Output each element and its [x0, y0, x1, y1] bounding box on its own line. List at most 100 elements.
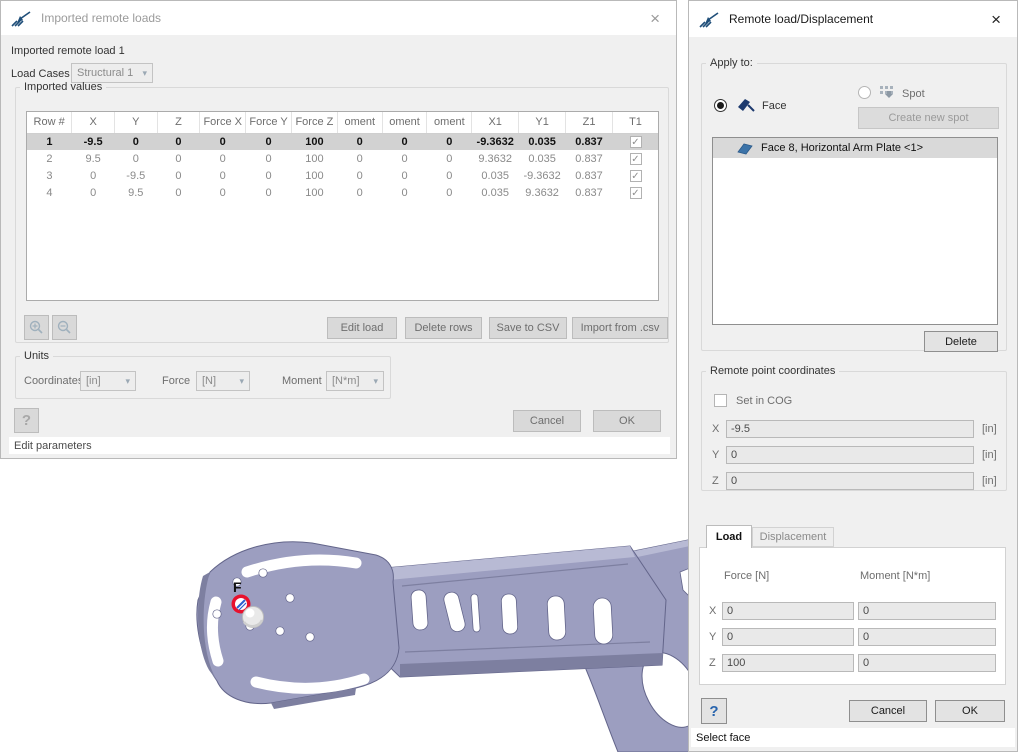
- table-cell[interactable]: 0.837: [566, 184, 613, 201]
- table-cell[interactable]: 0: [382, 133, 427, 150]
- tab-displacement[interactable]: Displacement: [752, 527, 834, 547]
- table-header-row-[interactable]: Row #: [27, 112, 72, 133]
- table-cell-checkbox[interactable]: ✓: [613, 133, 659, 150]
- import-from-csv-button[interactable]: Import from .csv: [572, 317, 668, 339]
- table-cell[interactable]: 9.3632: [472, 150, 519, 167]
- table-cell[interactable]: 0: [246, 133, 292, 150]
- table-cell[interactable]: 100: [291, 167, 337, 184]
- table-cell[interactable]: 9.5: [114, 184, 157, 201]
- table-cell[interactable]: 9.5: [72, 150, 115, 167]
- table-cell[interactable]: 0: [382, 184, 427, 201]
- table-header-force-y[interactable]: Force Y: [246, 112, 292, 133]
- face-radio[interactable]: [714, 99, 727, 112]
- table-cell[interactable]: -9.5: [72, 133, 115, 150]
- table-cell[interactable]: 0.837: [566, 133, 613, 150]
- table-cell[interactable]: 0.035: [472, 184, 519, 201]
- table-header-x1[interactable]: X1: [472, 112, 519, 133]
- zoom-in-button[interactable]: [24, 315, 49, 340]
- force-z-input[interactable]: [722, 654, 854, 672]
- graphics-viewport[interactable]: F: [0, 460, 688, 752]
- table-header-oment[interactable]: oment: [337, 112, 382, 133]
- moment-y-input[interactable]: [858, 628, 996, 646]
- table-cell[interactable]: 0: [427, 167, 472, 184]
- table-cell[interactable]: 100: [291, 150, 337, 167]
- table-cell[interactable]: 0: [200, 133, 246, 150]
- table-cell[interactable]: 0: [157, 150, 200, 167]
- zoom-out-button[interactable]: [52, 315, 77, 340]
- table-cell-checkbox[interactable]: ✓: [613, 150, 659, 167]
- table-row[interactable]: 1-9.50000100000-9.36320.0350.837✓: [27, 133, 659, 150]
- dialog-titlebar[interactable]: Imported remote loads ×: [1, 1, 676, 35]
- table-cell[interactable]: 100: [291, 133, 337, 150]
- table-header-t1[interactable]: T1: [613, 112, 659, 133]
- table-header-force-x[interactable]: Force X: [200, 112, 246, 133]
- ok-button[interactable]: OK: [935, 700, 1005, 722]
- table-header-force-z[interactable]: Force Z: [291, 112, 337, 133]
- table-header-z1[interactable]: Z1: [566, 112, 613, 133]
- close-icon[interactable]: ×: [985, 9, 1007, 30]
- force-y-input[interactable]: [722, 628, 854, 646]
- table-cell[interactable]: 0: [157, 167, 200, 184]
- table-cell[interactable]: 0: [337, 184, 382, 201]
- table-header-oment[interactable]: oment: [427, 112, 472, 133]
- table-cell[interactable]: 1: [27, 133, 72, 150]
- table-cell[interactable]: 0: [427, 150, 472, 167]
- tab-load[interactable]: Load: [706, 525, 752, 548]
- imported-values-table[interactable]: Row #XYZForce XForce YForce Zomentomento…: [27, 112, 659, 201]
- row-checkbox[interactable]: ✓: [630, 153, 642, 165]
- load-cases-select[interactable]: Structural 1▾: [71, 63, 153, 83]
- help-button[interactable]: ?: [701, 698, 727, 724]
- table-cell[interactable]: 0: [72, 184, 115, 201]
- coord-z-input[interactable]: [726, 472, 974, 490]
- table-cell[interactable]: 3: [27, 167, 72, 184]
- ok-button[interactable]: OK: [593, 410, 661, 432]
- table-cell[interactable]: -9.5: [114, 167, 157, 184]
- selection-listbox[interactable]: Face 8, Horizontal Arm Plate <1>: [712, 137, 998, 325]
- panel-titlebar[interactable]: Remote load/Displacement ×: [689, 1, 1017, 37]
- table-header-z[interactable]: Z: [157, 112, 200, 133]
- table-cell[interactable]: 0: [382, 150, 427, 167]
- create-new-spot-button[interactable]: Create new spot: [858, 107, 999, 129]
- coordinates-unit-select[interactable]: [in]▾: [80, 371, 136, 391]
- table-cell[interactable]: -9.3632: [472, 133, 519, 150]
- table-cell[interactable]: 0: [382, 167, 427, 184]
- table-cell[interactable]: 0: [427, 184, 472, 201]
- force-x-input[interactable]: [722, 602, 854, 620]
- help-button[interactable]: ?: [14, 408, 39, 433]
- table-cell[interactable]: 0: [157, 133, 200, 150]
- table-cell[interactable]: 0: [200, 150, 246, 167]
- edit-load-button[interactable]: Edit load: [327, 317, 397, 339]
- table-cell[interactable]: 4: [27, 184, 72, 201]
- coord-x-input[interactable]: [726, 420, 974, 438]
- table-header-x[interactable]: X: [72, 112, 115, 133]
- moment-z-input[interactable]: [858, 654, 996, 672]
- close-icon[interactable]: ×: [644, 8, 666, 29]
- table-cell[interactable]: 0: [427, 133, 472, 150]
- moment-unit-select[interactable]: [N*m]▾: [326, 371, 384, 391]
- table-row[interactable]: 30-9.50001000000.035-9.36320.837✓: [27, 167, 659, 184]
- table-cell[interactable]: 9.3632: [519, 184, 566, 201]
- table-cell[interactable]: 2: [27, 150, 72, 167]
- table-cell[interactable]: 0.837: [566, 167, 613, 184]
- table-row[interactable]: 409.50001000000.0359.36320.837✓: [27, 184, 659, 201]
- table-cell[interactable]: 0: [200, 184, 246, 201]
- spot-radio[interactable]: [858, 86, 871, 99]
- delete-rows-button[interactable]: Delete rows: [405, 317, 482, 339]
- table-cell-checkbox[interactable]: ✓: [613, 184, 659, 201]
- table-cell[interactable]: 0.035: [519, 133, 566, 150]
- delete-button[interactable]: Delete: [924, 331, 998, 352]
- imported-values-table-container[interactable]: Row #XYZForce XForce YForce Zomentomento…: [26, 111, 659, 301]
- table-cell[interactable]: 0: [337, 133, 382, 150]
- coord-y-input[interactable]: [726, 446, 974, 464]
- set-in-cog-checkbox[interactable]: [714, 394, 727, 407]
- table-cell[interactable]: -9.3632: [519, 167, 566, 184]
- cancel-button[interactable]: Cancel: [513, 410, 581, 432]
- table-row[interactable]: 29.500001000009.36320.0350.837✓: [27, 150, 659, 167]
- table-cell[interactable]: 0: [246, 184, 292, 201]
- save-to-csv-button[interactable]: Save to CSV: [489, 317, 567, 339]
- table-cell[interactable]: 0: [337, 150, 382, 167]
- table-cell[interactable]: 0: [337, 167, 382, 184]
- table-cell[interactable]: 0: [200, 167, 246, 184]
- row-checkbox[interactable]: ✓: [630, 136, 642, 148]
- table-cell[interactable]: 0: [246, 167, 292, 184]
